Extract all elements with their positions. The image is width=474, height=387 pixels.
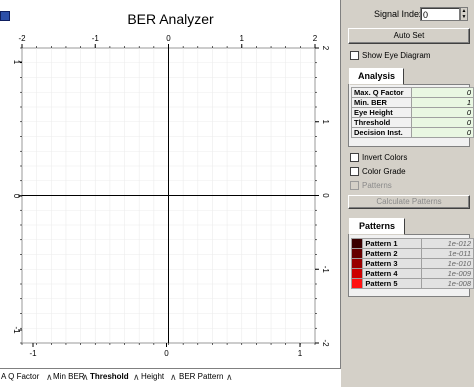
pattern-row-value: 1e-011 (421, 248, 474, 259)
analysis-table: Max. Q Factor 0 Min. BER 1 Eye Height 0 Thresh… (351, 87, 474, 138)
pattern-row[interactable]: Pattern 1 1e-012 (350, 238, 474, 249)
pattern-color-swatch[interactable] (350, 278, 364, 289)
auto-set-button[interactable]: Auto Set (348, 28, 470, 44)
tab-threshold[interactable]: Threshold (87, 370, 132, 384)
pattern-row[interactable]: Pattern 5 1e-008 (350, 278, 474, 289)
signal-index-input[interactable]: 0 (420, 7, 460, 21)
pattern-color-swatch[interactable] (350, 248, 364, 259)
patterns-tab[interactable]: Patterns (349, 218, 405, 235)
spin-down-icon[interactable]: ▼ (461, 14, 467, 20)
signal-index-label: Signal Index (374, 9, 424, 19)
analysis-row-name: Min. BER (351, 97, 412, 108)
y-right-tick-label: 1 (321, 120, 330, 125)
patterns-checkbox[interactable] (350, 181, 359, 190)
analysis-tab[interactable]: Analysis (349, 68, 404, 85)
patterns-checkbox-label: Patterns (362, 181, 392, 190)
invert-colors-checkbox[interactable] (350, 153, 359, 162)
y-left-tick-label: -1 (12, 326, 21, 334)
x-top-tick-label: 2 (313, 34, 318, 43)
analysis-row-name: Max. Q Factor (351, 87, 412, 98)
pattern-color-swatch[interactable] (350, 258, 364, 269)
chart-divider (340, 0, 341, 386)
x-top-tick-label: 0 (166, 34, 171, 43)
pattern-row-name: Pattern 2 (362, 248, 423, 259)
pattern-row-value: 1e-009 (421, 268, 474, 279)
x-bottom-tick-label: -1 (29, 349, 37, 358)
signal-index-spinner[interactable]: ▲ ▼ (460, 7, 468, 21)
analysis-row-value: 0 (410, 117, 474, 128)
tab-ber-pattern[interactable]: BER Pattern (176, 370, 226, 384)
tab-separator: ∧ (226, 372, 233, 382)
x-top-tick-label: -2 (18, 34, 26, 43)
pattern-color-swatch[interactable] (350, 268, 364, 279)
analysis-row-name: Eye Height (351, 107, 412, 118)
pattern-row[interactable]: Pattern 4 1e-009 (350, 268, 474, 279)
x-bottom-tick-label: 1 (298, 349, 303, 358)
analysis-row-name: Threshold (351, 117, 412, 128)
analysis-row: Min. BER 1 (351, 97, 474, 108)
analysis-row: Threshold 0 (351, 117, 474, 128)
x-bottom-tick-label: 0 (164, 349, 169, 358)
analysis-row: Max. Q Factor 0 (351, 87, 474, 98)
analysis-row: Decision Inst. 0 (351, 127, 474, 138)
calculate-patterns-button[interactable]: Calculate Patterns (348, 195, 470, 209)
analysis-row: Eye Height 0 (351, 107, 474, 118)
x-top-tick-label: -1 (92, 34, 100, 43)
color-grade-checkbox[interactable] (350, 167, 359, 176)
pattern-row[interactable]: Pattern 2 1e-011 (350, 248, 474, 259)
pattern-row-name: Pattern 3 (362, 258, 423, 269)
y-right-tick-label: 2 (321, 46, 330, 51)
analysis-row-value: 0 (410, 107, 474, 118)
show-eye-diagram-checkbox[interactable] (350, 51, 359, 60)
patterns-table: Pattern 1 1e-012 Pattern 2 1e-011 Pattern 31… (350, 238, 474, 289)
pattern-row[interactable]: Pattern 3 1e-010 (350, 258, 474, 269)
pattern-row-value: 1e-010 (421, 258, 474, 269)
x-top-tick-label: 1 (240, 34, 245, 43)
plot-area[interactable]: -2 -1 0 1 2 -1 0 1 1 0 -1 2 1 0 -1 -2 (0, 0, 341, 368)
invert-colors-label: Invert Colors (362, 153, 408, 162)
y-right-tick-label: -1 (321, 266, 330, 274)
analysis-row-value: 1 (410, 97, 474, 108)
y-right-tick-label: -2 (321, 339, 330, 347)
y-left-tick-label: 1 (12, 60, 21, 65)
pattern-color-swatch[interactable] (350, 238, 364, 249)
tab-q-factor[interactable]: A Q Factor (0, 370, 42, 384)
y-right-tick-label: 0 (321, 193, 330, 198)
analysis-row-value: 0 (410, 127, 474, 138)
color-grade-label: Color Grade (362, 167, 406, 176)
analysis-row-value: 0 (410, 87, 474, 98)
analysis-row-name: Decision Inst. (351, 127, 412, 138)
bottom-tab-strip: A Q Factor ∧ Min BER ∧ Threshold ∧ Heigh… (0, 368, 341, 387)
pattern-row-value: 1e-008 (421, 278, 474, 289)
pattern-row-value: 1e-012 (421, 238, 474, 249)
pattern-row-name: Pattern 1 (362, 238, 423, 249)
tab-height[interactable]: Height (138, 370, 167, 384)
show-eye-diagram-label: Show Eye Diagram (362, 51, 431, 60)
pattern-row-name: Pattern 4 (362, 268, 423, 279)
pattern-row-name: Pattern 5 (362, 278, 423, 289)
y-left-tick-label: 0 (12, 194, 21, 199)
